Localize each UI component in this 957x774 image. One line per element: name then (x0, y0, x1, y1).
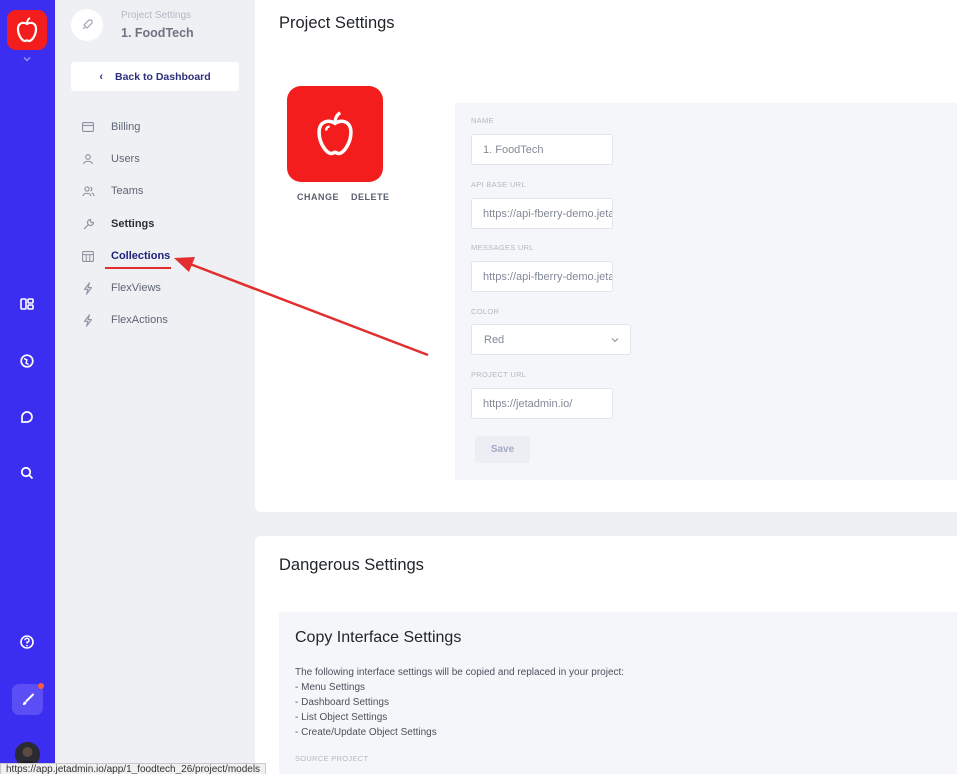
browser-status-bar: https://app.jetadmin.io/app/1_foodtech_2… (0, 763, 267, 774)
sidebar-item-label: Billing (111, 121, 141, 133)
app-logo[interactable] (7, 10, 47, 50)
project-settings-form: NAME 1. FoodTech API BASE URL https://ap… (455, 103, 957, 480)
api-base-url-label: API BASE URL (471, 180, 526, 189)
sidebar-item-users[interactable]: Users (81, 150, 140, 168)
apple-logo-icon (16, 17, 38, 43)
sidebar-item-label: Teams (111, 185, 144, 197)
list-item: - Menu Settings (295, 682, 366, 693)
lightning-icon (81, 281, 95, 295)
project-name: 1. FoodTech (121, 26, 194, 40)
copy-interface-settings-title: Copy Interface Settings (295, 629, 462, 646)
users-icon (81, 184, 95, 198)
chevron-down-icon (611, 338, 619, 343)
copy-intro: The following interface settings will be… (295, 667, 625, 678)
annotation-underline (105, 267, 171, 269)
back-to-dashboard-button[interactable]: ‹ Back to Dashboard (71, 62, 239, 91)
sidebar-item-label: Users (111, 153, 140, 165)
sidebar-item-label: Collections (111, 250, 171, 262)
sidebar-item-settings[interactable]: Settings (81, 215, 154, 233)
lightning-icon (81, 313, 95, 327)
messages-url-label: MESSAGES URL (471, 243, 534, 252)
project-settings-subtitle: Project Settings (121, 10, 192, 21)
sidebar-item-collections[interactable]: Collections (81, 247, 170, 265)
project-settings-panel: Project Settings CHANGE DELETE NAME 1. Fo… (255, 0, 957, 512)
change-logo-button[interactable]: CHANGE (297, 192, 339, 202)
sidebar-item-label: FlexActions (111, 314, 168, 326)
chevron-down-icon[interactable] (21, 53, 33, 65)
wrench-icon (81, 217, 95, 231)
sidebar-item-label: FlexViews (111, 282, 161, 294)
list-item: - Create/Update Object Settings (295, 727, 437, 738)
help-icon[interactable] (18, 633, 36, 651)
name-field[interactable]: 1. FoodTech (471, 134, 613, 165)
dangerous-settings-panel: Dangerous Settings Copy Interface Settin… (255, 536, 957, 774)
paint-brush-icon (22, 693, 34, 705)
settings-sidebar: Project Settings 1. FoodTech ‹ Back to D… (55, 0, 255, 774)
apple-logo-icon (317, 111, 353, 156)
source-project-label: SOURCE PROJECT (295, 754, 369, 763)
notification-dot (38, 683, 44, 689)
chevron-left-icon: ‹ (99, 70, 103, 83)
copy-settings-description: The following interface settings will be… (295, 665, 624, 740)
sidebar-item-teams[interactable]: Teams (81, 182, 143, 200)
table-icon (81, 249, 95, 263)
name-label: NAME (471, 116, 494, 125)
chat-icon[interactable] (18, 408, 36, 426)
list-item: - List Object Settings (295, 712, 388, 723)
delete-logo-button[interactable]: DELETE (351, 192, 390, 202)
paint-brush-button[interactable] (12, 684, 43, 715)
messages-url-field[interactable]: https://api-fberry-demo.jetadmin.io (471, 261, 613, 292)
project-url-field[interactable]: https://jetadmin.io/ (471, 388, 613, 419)
sidebar-item-flexactions[interactable]: FlexActions (81, 311, 168, 329)
user-icon (81, 152, 95, 166)
color-select-value: Red (484, 333, 505, 346)
logo-actions: CHANGE DELETE (297, 192, 402, 202)
app-rail (0, 0, 55, 774)
credit-card-icon (81, 120, 95, 134)
search-icon[interactable] (18, 464, 36, 482)
globe-icon[interactable] (18, 352, 36, 370)
color-select[interactable]: Red (471, 324, 631, 355)
sidebar-item-label: Settings (111, 218, 155, 230)
back-to-dashboard-label: Back to Dashboard (114, 70, 211, 83)
list-item: - Dashboard Settings (295, 697, 389, 708)
save-button[interactable]: Save (475, 436, 530, 463)
project-logo (287, 86, 383, 182)
dashboard-icon[interactable] (18, 295, 36, 313)
sidebar-item-billing[interactable]: Billing (81, 118, 140, 136)
sidebar-item-flexviews[interactable]: FlexViews (81, 279, 161, 297)
color-label: COLOR (471, 307, 500, 316)
copy-interface-settings-section: Copy Interface Settings The following in… (279, 612, 957, 774)
api-base-url-field[interactable]: https://api-fberry-demo.jetadmin.io (471, 198, 613, 229)
dangerous-settings-title: Dangerous Settings (279, 556, 424, 574)
rocket-icon (71, 9, 103, 41)
project-url-label: PROJECT URL (471, 370, 527, 379)
page-title: Project Settings (279, 14, 395, 32)
